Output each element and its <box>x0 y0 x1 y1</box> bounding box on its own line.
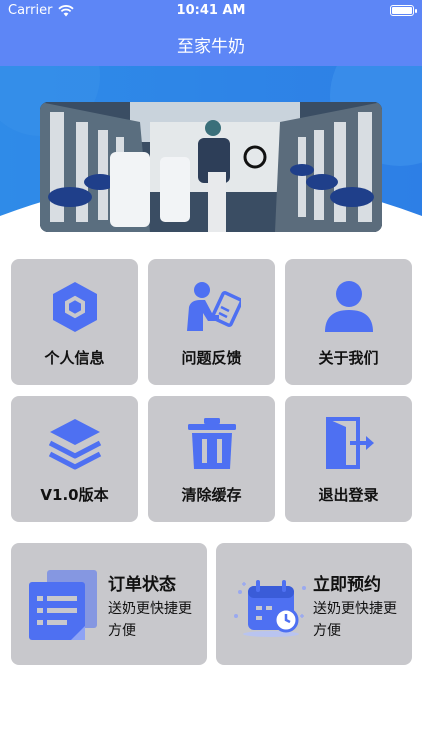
feedback-icon <box>186 282 241 331</box>
status-time: 10:41 AM <box>176 3 246 18</box>
card-title: 订单状态 <box>108 575 176 595</box>
card-subtitle: 送奶更快捷更方便 <box>313 601 397 639</box>
menu-personal-info[interactable]: 个人信息 <box>11 259 138 385</box>
status-bar: Carrier 10:41 AM <box>0 0 422 22</box>
order-status-card[interactable]: 订单状态 送奶更快捷更方便 <box>11 543 207 665</box>
logout-icon <box>325 417 374 469</box>
menu-about-us[interactable]: 关于我们 <box>285 259 412 385</box>
menu-label: V1.0版本 <box>40 486 109 504</box>
card-title: 立即预约 <box>313 575 381 595</box>
milking-factory-photo <box>40 102 382 232</box>
menu-clear-cache[interactable]: 清除缓存 <box>148 396 275 522</box>
order-list-icon <box>29 570 97 640</box>
banner-image[interactable] <box>40 102 382 232</box>
calendar-icon <box>234 580 306 637</box>
layers-icon <box>48 419 101 470</box>
menu-label: 清除缓存 <box>181 486 242 504</box>
top-bar: Carrier 10:41 AM 至家牛奶 <box>0 0 422 66</box>
menu-feedback[interactable]: 问题反馈 <box>148 259 275 385</box>
menu-label: 个人信息 <box>44 349 105 367</box>
hexagon-icon <box>52 282 97 332</box>
page-title: 至家牛奶 <box>177 37 245 57</box>
book-now-card[interactable]: 立即预约 送奶更快捷更方便 <box>216 543 412 665</box>
user-icon <box>324 281 373 332</box>
menu-version[interactable]: V1.0版本 <box>11 396 138 522</box>
battery-icon <box>390 5 417 16</box>
card-subtitle: 送奶更快捷更方便 <box>108 601 192 639</box>
menu-logout[interactable]: 退出登录 <box>285 396 412 522</box>
trash-icon <box>187 418 236 469</box>
menu-label: 关于我们 <box>318 349 379 367</box>
menu-label: 问题反馈 <box>181 349 242 367</box>
menu-label: 退出登录 <box>318 486 379 504</box>
